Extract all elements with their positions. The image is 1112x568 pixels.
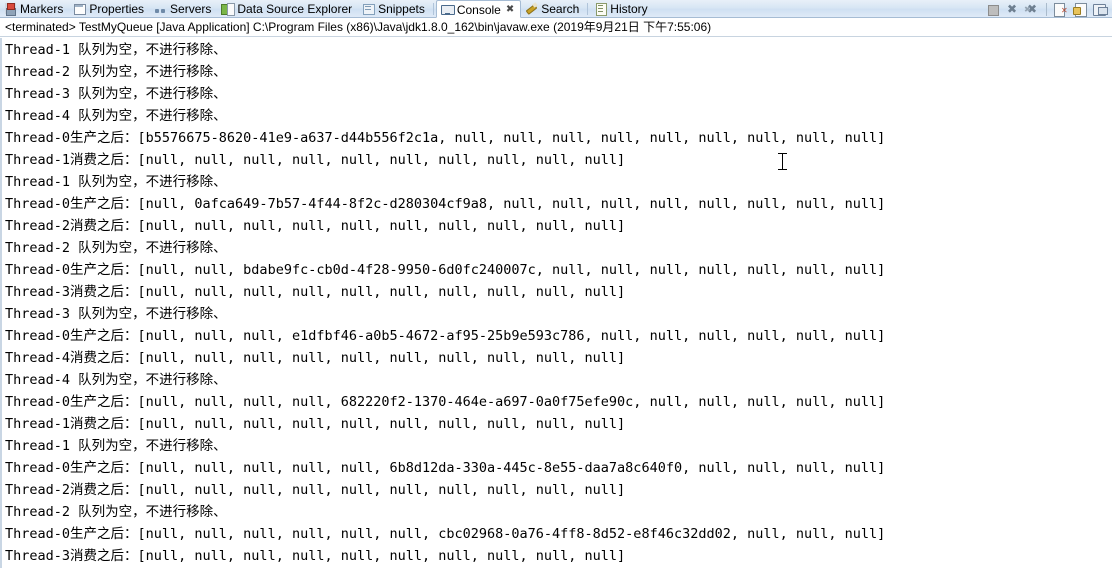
tab-search[interactable]: Search <box>521 0 585 18</box>
tab-label: Markers <box>20 1 64 16</box>
console-line: Thread-3 队列为空，不进行移除、 <box>5 86 227 102</box>
remove-all-terminated-button[interactable] <box>1003 1 1023 18</box>
console-output-area[interactable]: Thread-1 队列为空，不进行移除、 Thread-2 队列为空，不进行移除、… <box>0 38 1112 568</box>
console-line: Thread-2 队列为空，不进行移除、 <box>5 64 227 80</box>
tab-separator <box>587 2 589 15</box>
console-line: Thread-1 队列为空，不进行移除、 <box>5 174 227 190</box>
process-header: <terminated> TestMyQueue [Java Applicati… <box>0 18 1112 37</box>
console-line: Thread-0生产之后：[b5576675-8620-41e9-a637-d4… <box>5 130 886 146</box>
tab-separator <box>432 2 434 15</box>
view-tabs: Markers Properties Servers Data Source Expl… <box>0 0 654 18</box>
console-line: Thread-2 队列为空，不进行移除、 <box>5 240 227 256</box>
tab-history[interactable]: History <box>590 0 653 18</box>
console-line: Thread-2 队列为空，不进行移除、 <box>5 504 227 520</box>
tab-properties[interactable]: Properties <box>69 0 150 18</box>
console-line: Thread-3消费之后：[null, null, null, null, nu… <box>5 284 626 300</box>
tab-servers[interactable]: Servers <box>150 0 217 18</box>
console-line: Thread-0生产之后：[null, 0afca649-7b57-4f44-8… <box>5 196 886 212</box>
view-tab-bar: Markers Properties Servers Data Source Expl… <box>0 0 1112 18</box>
console-icon <box>440 3 455 16</box>
search-icon <box>525 2 538 15</box>
console-line: Thread-0生产之后：[null, null, null, null, nu… <box>5 460 886 476</box>
tab-label: History <box>610 1 648 16</box>
console-line: Thread-3消费之后：[null, null, null, null, nu… <box>5 548 626 564</box>
console-line: Thread-1消费之后：[null, null, null, null, nu… <box>5 152 626 168</box>
tab-snippets[interactable]: Snippets <box>358 0 431 18</box>
scroll-lock-button[interactable] <box>1070 1 1090 18</box>
console-line: Thread-3 队列为空，不进行移除、 <box>5 306 227 322</box>
console-line: Thread-1消费之后：[null, null, null, null, nu… <box>5 416 626 432</box>
eclipse-console-view: Markers Properties Servers Data Source Expl… <box>0 0 1112 568</box>
toolbar-separator <box>1046 2 1047 16</box>
console-toolbar <box>983 0 1110 18</box>
pin-console-button[interactable] <box>1090 1 1110 18</box>
servers-icon <box>154 2 167 15</box>
tab-label: Snippets <box>378 1 425 16</box>
tab-label: Search <box>541 1 580 16</box>
console-line: Thread-1 队列为空，不进行移除、 <box>5 438 227 454</box>
console-line: Thread-1 队列为空，不进行移除、 <box>5 42 227 58</box>
close-icon[interactable]: ✖ <box>506 4 514 15</box>
properties-icon <box>73 2 87 15</box>
history-icon <box>594 2 608 16</box>
tab-markers[interactable]: Markers <box>0 0 69 18</box>
console-line: Thread-0生产之后：[null, null, null, e1dfbf46… <box>5 328 886 344</box>
clear-console-button[interactable] <box>1050 1 1070 18</box>
tab-console[interactable]: Console ✖ <box>435 0 522 18</box>
tab-label: Data Source Explorer <box>237 1 353 16</box>
console-line: Thread-4 队列为空，不进行移除、 <box>5 372 227 388</box>
console-text[interactable]: Thread-1 队列为空，不进行移除、 Thread-2 队列为空，不进行移除、… <box>5 39 1112 568</box>
console-line: Thread-0生产之后：[null, null, null, null, nu… <box>5 526 886 542</box>
markers-icon <box>4 2 17 16</box>
snippets-icon <box>362 2 376 15</box>
console-line: Thread-4 队列为空，不进行移除、 <box>5 108 227 124</box>
terminate-button[interactable] <box>983 1 1003 18</box>
tab-label: Properties <box>89 1 145 16</box>
console-line: Thread-0生产之后：[null, null, bdabe9fc-cb0d-… <box>5 262 886 278</box>
console-left-rule <box>0 38 2 568</box>
console-line: Thread-4消费之后：[null, null, null, null, nu… <box>5 350 626 366</box>
tab-label: Servers <box>170 1 212 16</box>
console-line: Thread-0生产之后：[null, null, null, null, 68… <box>5 394 886 410</box>
data-source-explorer-icon <box>221 2 236 16</box>
console-line: Thread-2消费之后：[null, null, null, null, nu… <box>5 218 626 234</box>
console-line: Thread-2消费之后：[null, null, null, null, nu… <box>5 482 626 498</box>
remove-launch-button[interactable] <box>1023 1 1043 18</box>
tab-data-source-explorer[interactable]: Data Source Explorer <box>217 0 358 18</box>
tab-label: Console <box>456 2 501 17</box>
